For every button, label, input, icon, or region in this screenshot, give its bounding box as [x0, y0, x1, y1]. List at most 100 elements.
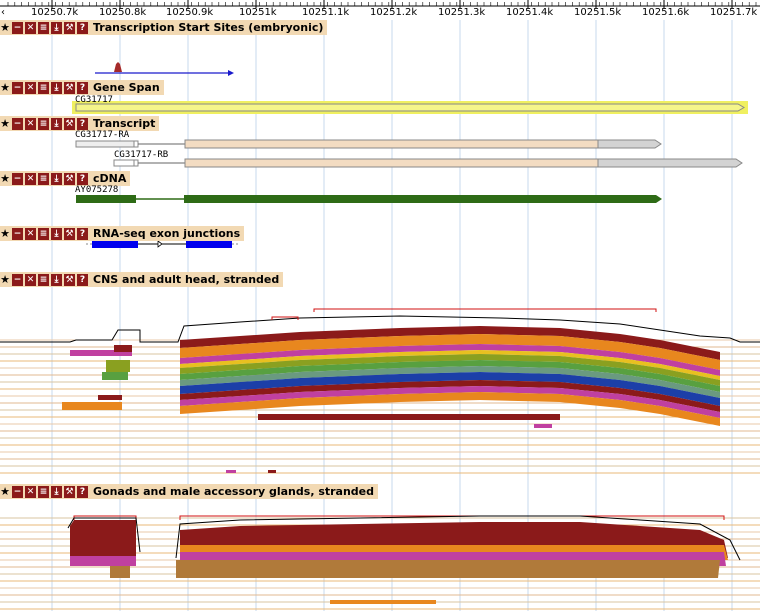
wrench-icon[interactable]: ⚒ — [64, 485, 75, 498]
track-header-gene-span: ★ − ✕ ≡ ⤓ ⚒ ? Gene Span — [0, 80, 164, 95]
ruler-tick-label: 10250.9k — [166, 7, 214, 18]
peak-bracket — [313, 308, 657, 312]
favorite-star-icon[interactable]: ★ — [0, 21, 10, 34]
favorite-star-icon[interactable]: ★ — [0, 485, 10, 498]
close-icon[interactable]: ✕ — [25, 485, 36, 498]
wrench-icon[interactable]: ⚒ — [64, 117, 75, 130]
junction-marker — [157, 240, 163, 248]
favorite-star-icon[interactable]: ★ — [0, 227, 10, 240]
favorite-star-icon[interactable]: ★ — [0, 81, 10, 94]
track-header-transcript: ★ − ✕ ≡ ⤓ ⚒ ? Transcript — [0, 116, 160, 131]
wrench-icon[interactable]: ⚒ — [64, 81, 75, 94]
wrench-icon[interactable]: ⚒ — [64, 21, 75, 34]
wrench-icon[interactable]: ⚒ — [64, 227, 75, 240]
coverage-band — [70, 520, 136, 556]
ruler-left-arrow-icon[interactable]: ‹ — [1, 7, 5, 18]
tss-peak — [114, 62, 122, 72]
ruler-tick-label: 10251.5k — [574, 7, 622, 18]
close-icon[interactable]: ✕ — [25, 81, 36, 94]
download-icon[interactable]: ⤓ — [51, 117, 62, 130]
help-icon[interactable]: ? — [77, 485, 88, 498]
download-icon[interactable]: ⤓ — [51, 21, 62, 34]
track-title: cDNA — [93, 172, 127, 185]
junction-exon — [186, 241, 232, 248]
coverage-band — [268, 470, 276, 473]
favorite-star-icon[interactable]: ★ — [0, 172, 10, 185]
close-icon[interactable]: ✕ — [25, 273, 36, 286]
coverage-band — [176, 560, 720, 578]
ruler-tick-label: 10250.8k — [99, 7, 147, 18]
transcript-exon — [133, 140, 139, 148]
gene-span-bar — [75, 103, 745, 112]
minimize-icon[interactable]: − — [12, 227, 23, 240]
transcript-label[interactable]: CG31717-RA — [75, 130, 129, 140]
close-icon[interactable]: ✕ — [25, 227, 36, 240]
gene-label[interactable]: CG31717 — [75, 95, 113, 105]
ruler-tick-label: 10251.2k — [370, 7, 418, 18]
track-header-cdna: ★ − ✕ ≡ ⤓ ⚒ ? cDNA — [0, 171, 131, 186]
ruler-tick-label: 10251.4k — [506, 7, 554, 18]
rss-icon[interactable]: ≡ — [38, 227, 49, 240]
minimize-icon[interactable]: − — [12, 485, 23, 498]
cdna-block — [184, 195, 662, 203]
download-icon[interactable]: ⤓ — [51, 172, 62, 185]
track-title: Gonads and male accessory glands, strand… — [93, 485, 375, 498]
track-header-rnaseq: ★ − ✕ ≡ ⤓ ⚒ ? RNA-seq exon junctions — [0, 226, 245, 241]
coverage-band — [106, 360, 130, 372]
close-icon[interactable]: ✕ — [25, 117, 36, 130]
ruler-tick-label: 10251.7k — [710, 7, 758, 18]
rss-icon[interactable]: ≡ — [38, 117, 49, 130]
coverage-band — [70, 556, 136, 566]
wrench-icon[interactable]: ⚒ — [64, 273, 75, 286]
transcript-exon — [133, 159, 139, 167]
close-icon[interactable]: ✕ — [25, 21, 36, 34]
transcript-utr — [597, 158, 743, 168]
help-icon[interactable]: ? — [77, 273, 88, 286]
coverage-band — [258, 414, 560, 420]
track-title: Transcription Start Sites (embryonic) — [93, 21, 324, 34]
help-icon[interactable]: ? — [77, 21, 88, 34]
close-icon[interactable]: ✕ — [25, 172, 36, 185]
ruler-tick-label: 10251k — [239, 7, 277, 18]
ruler-tick-label: 10251.6k — [642, 7, 690, 18]
transcript-label[interactable]: CG31717-RB — [114, 150, 168, 160]
rss-icon[interactable]: ≡ — [38, 172, 49, 185]
minimize-icon[interactable]: − — [12, 81, 23, 94]
minimize-icon[interactable]: − — [12, 117, 23, 130]
rss-icon[interactable]: ≡ — [38, 81, 49, 94]
coverage-band — [330, 600, 436, 604]
help-icon[interactable]: ? — [77, 117, 88, 130]
ruler-tick-label: 10250.7k — [31, 7, 79, 18]
favorite-star-icon[interactable]: ★ — [0, 273, 10, 286]
coverage-band — [226, 470, 236, 473]
coordinate-ruler[interactable]: ‹ 10250.7k 10250.8k 10250.9k 10251k 1025… — [0, 0, 760, 22]
coverage-band — [98, 395, 122, 400]
track-header-cns: ★ − ✕ ≡ ⤓ ⚒ ? CNS and adult head, strand… — [0, 272, 284, 287]
track-title: CNS and adult head, stranded — [93, 273, 280, 286]
track-header-gonads: ★ − ✕ ≡ ⤓ ⚒ ? Gonads and male accessory … — [0, 484, 379, 499]
minimize-icon[interactable]: − — [12, 172, 23, 185]
track-title: Gene Span — [93, 81, 160, 94]
coverage-band — [114, 345, 132, 352]
wrench-icon[interactable]: ⚒ — [64, 172, 75, 185]
download-icon[interactable]: ⤓ — [51, 273, 62, 286]
transcript-exon — [113, 159, 135, 167]
download-icon[interactable]: ⤓ — [51, 81, 62, 94]
help-icon[interactable]: ? — [77, 81, 88, 94]
help-icon[interactable]: ? — [77, 172, 88, 185]
minimize-icon[interactable]: − — [12, 21, 23, 34]
cdna-label[interactable]: AY075278 — [75, 185, 118, 195]
minimize-icon[interactable]: − — [12, 273, 23, 286]
rss-icon[interactable]: ≡ — [38, 485, 49, 498]
transcript-cds — [184, 139, 599, 149]
track-title: Transcript — [93, 117, 156, 130]
track-title: RNA-seq exon junctions — [93, 227, 241, 240]
favorite-star-icon[interactable]: ★ — [0, 117, 10, 130]
rss-icon[interactable]: ≡ — [38, 273, 49, 286]
download-icon[interactable]: ⤓ — [51, 227, 62, 240]
download-icon[interactable]: ⤓ — [51, 485, 62, 498]
ruler-tick-label: 10251.3k — [438, 7, 486, 18]
help-icon[interactable]: ? — [77, 227, 88, 240]
rss-icon[interactable]: ≡ — [38, 21, 49, 34]
coverage-band — [62, 402, 122, 410]
